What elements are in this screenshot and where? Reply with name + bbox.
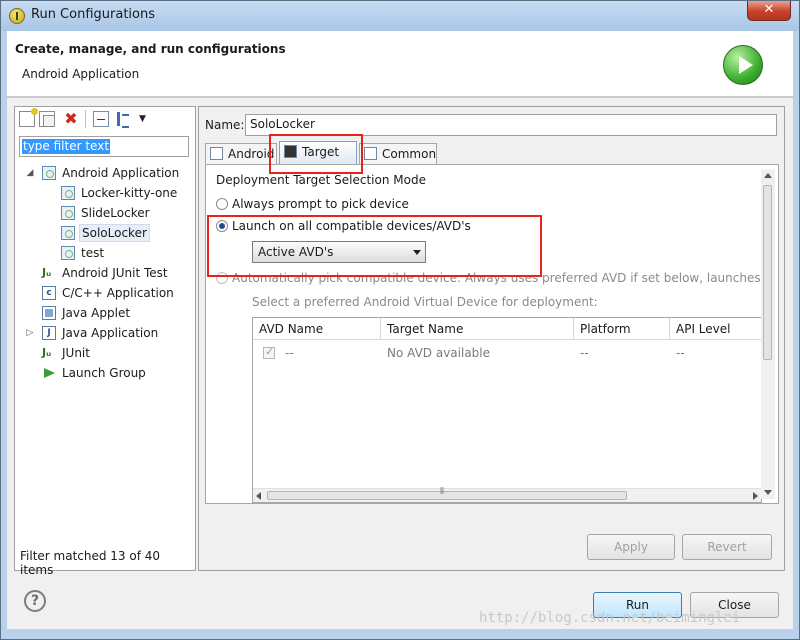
configuration-name-input[interactable]: SoloLocker xyxy=(245,114,777,136)
window-close-button[interactable]: ✕ xyxy=(747,1,791,21)
run-banner-icon xyxy=(723,45,763,85)
avd-cell-api-level: -- xyxy=(676,346,685,360)
tree-item-label: SoloLocker xyxy=(79,224,150,242)
tree-item-label: Java Applet xyxy=(62,306,131,320)
column-api-level[interactable]: API Level xyxy=(670,318,760,340)
tree-item-label: SlideLocker xyxy=(81,206,150,220)
tree-toolbar: ✖ ▼ xyxy=(15,107,195,131)
android-config-icon xyxy=(61,186,75,200)
filter-input[interactable]: type filter text xyxy=(19,136,189,157)
tab-label: Android xyxy=(228,147,275,161)
column-platform[interactable]: Platform xyxy=(574,318,670,340)
tab-android[interactable]: Android xyxy=(205,143,277,165)
dialog-header: Create, manage, and run configurations A… xyxy=(7,31,793,97)
android-config-icon xyxy=(42,166,56,180)
scroll-right-icon[interactable] xyxy=(753,492,758,500)
name-label: Name: xyxy=(205,118,245,132)
radio-button[interactable] xyxy=(216,198,228,210)
tree-item-label: C/C++ Application xyxy=(62,286,174,300)
tree-item-label: JUnit xyxy=(62,346,90,360)
configuration-editor-panel: Name: SoloLocker Android Target Common D… xyxy=(198,106,785,571)
new-configuration-icon[interactable] xyxy=(19,108,38,127)
title-bar: Run Configurations ✕ xyxy=(1,1,799,31)
c-app-icon: c xyxy=(42,286,56,300)
help-icon[interactable]: ? xyxy=(24,590,46,612)
run-configurations-dialog: Run Configurations ✕ Create, manage, and… xyxy=(0,0,800,640)
tab-label: Common xyxy=(382,147,437,161)
scroll-left-icon[interactable] xyxy=(256,492,261,500)
duplicate-configuration-icon[interactable] xyxy=(39,111,55,127)
avd-cell-name: -- xyxy=(285,346,294,360)
view-menu-icon[interactable]: ▼ xyxy=(139,111,155,127)
scroll-up-icon[interactable] xyxy=(764,173,772,178)
column-avd-name[interactable]: AVD Name xyxy=(253,318,381,340)
vertical-scrollbar[interactable] xyxy=(761,169,775,499)
android-tab-icon xyxy=(210,147,223,160)
window-title: Run Configurations xyxy=(31,7,155,22)
launch-group-icon xyxy=(44,368,55,378)
tree-item-label: test xyxy=(81,246,105,260)
junit-icon: Jᵤ xyxy=(42,346,52,359)
revert-button[interactable]: Revert xyxy=(682,534,772,560)
scrollbar-thumb[interactable] xyxy=(763,185,772,360)
common-tab-icon xyxy=(364,147,377,160)
group-title: Deployment Target Selection Mode xyxy=(216,173,426,187)
header-title: Create, manage, and run configurations xyxy=(15,42,286,56)
apply-button[interactable]: Apply xyxy=(587,534,675,560)
header-subtitle: Android Application xyxy=(22,67,140,81)
column-target-name[interactable]: Target Name xyxy=(381,318,574,340)
watermark-text: http://blog.csdn.net/beiminglei xyxy=(479,610,741,626)
expanded-arrow-icon[interactable]: ◢ xyxy=(25,163,35,183)
android-config-icon xyxy=(61,206,75,220)
radio-label: Always prompt to pick device xyxy=(232,197,409,211)
scrollbar-thumb[interactable]: ⦀ xyxy=(267,487,627,500)
delete-configuration-icon[interactable]: ✖ xyxy=(63,111,79,127)
tree-item-label: Java Application xyxy=(62,326,159,340)
tab-common[interactable]: Common xyxy=(359,143,437,165)
java-app-icon: J xyxy=(42,326,56,340)
annotation-box-launch-option xyxy=(207,215,542,277)
scroll-down-icon[interactable] xyxy=(764,490,772,495)
tree-item-label: Launch Group xyxy=(62,366,146,380)
filter-configurations-icon[interactable] xyxy=(115,111,131,128)
tree-item-label: Locker-kitty-one xyxy=(81,186,178,200)
avd-cell-target: No AVD available xyxy=(387,346,491,360)
filter-status-text: Filter matched 13 of 40 items xyxy=(20,549,161,577)
junit-icon: Jᵤ xyxy=(42,266,52,279)
toolbar-divider xyxy=(85,110,86,128)
java-applet-icon xyxy=(42,306,56,320)
android-config-icon xyxy=(61,246,75,260)
avd-cell-platform: -- xyxy=(580,346,589,360)
tree-item-label: Android Application xyxy=(62,166,180,180)
collapse-all-icon[interactable] xyxy=(93,111,109,127)
horizontal-scrollbar[interactable]: ⦀ xyxy=(253,487,761,502)
android-config-icon xyxy=(61,226,75,240)
tree-item-label: Android JUnit Test xyxy=(62,266,168,280)
avd-table: AVD Name Target Name Platform API Level … xyxy=(252,317,762,503)
avd-row-checkbox[interactable] xyxy=(263,345,275,359)
configuration-tree-panel: ✖ ▼ type filter text ◢ Android Applicati… xyxy=(14,106,196,577)
annotation-box-target-tab xyxy=(269,134,363,174)
avd-hint-text: Select a preferred Android Virtual Devic… xyxy=(252,295,598,309)
filter-placeholder: type filter text xyxy=(22,139,111,154)
scrollbar-grip-icon: ⦀ xyxy=(440,487,444,497)
avd-table-header: AVD Name Target Name Platform API Level xyxy=(253,318,761,340)
eclipse-app-icon xyxy=(9,8,25,24)
dialog-body: ✖ ▼ type filter text ◢ Android Applicati… xyxy=(7,98,793,629)
collapsed-arrow-icon[interactable]: ▷ xyxy=(25,323,35,343)
